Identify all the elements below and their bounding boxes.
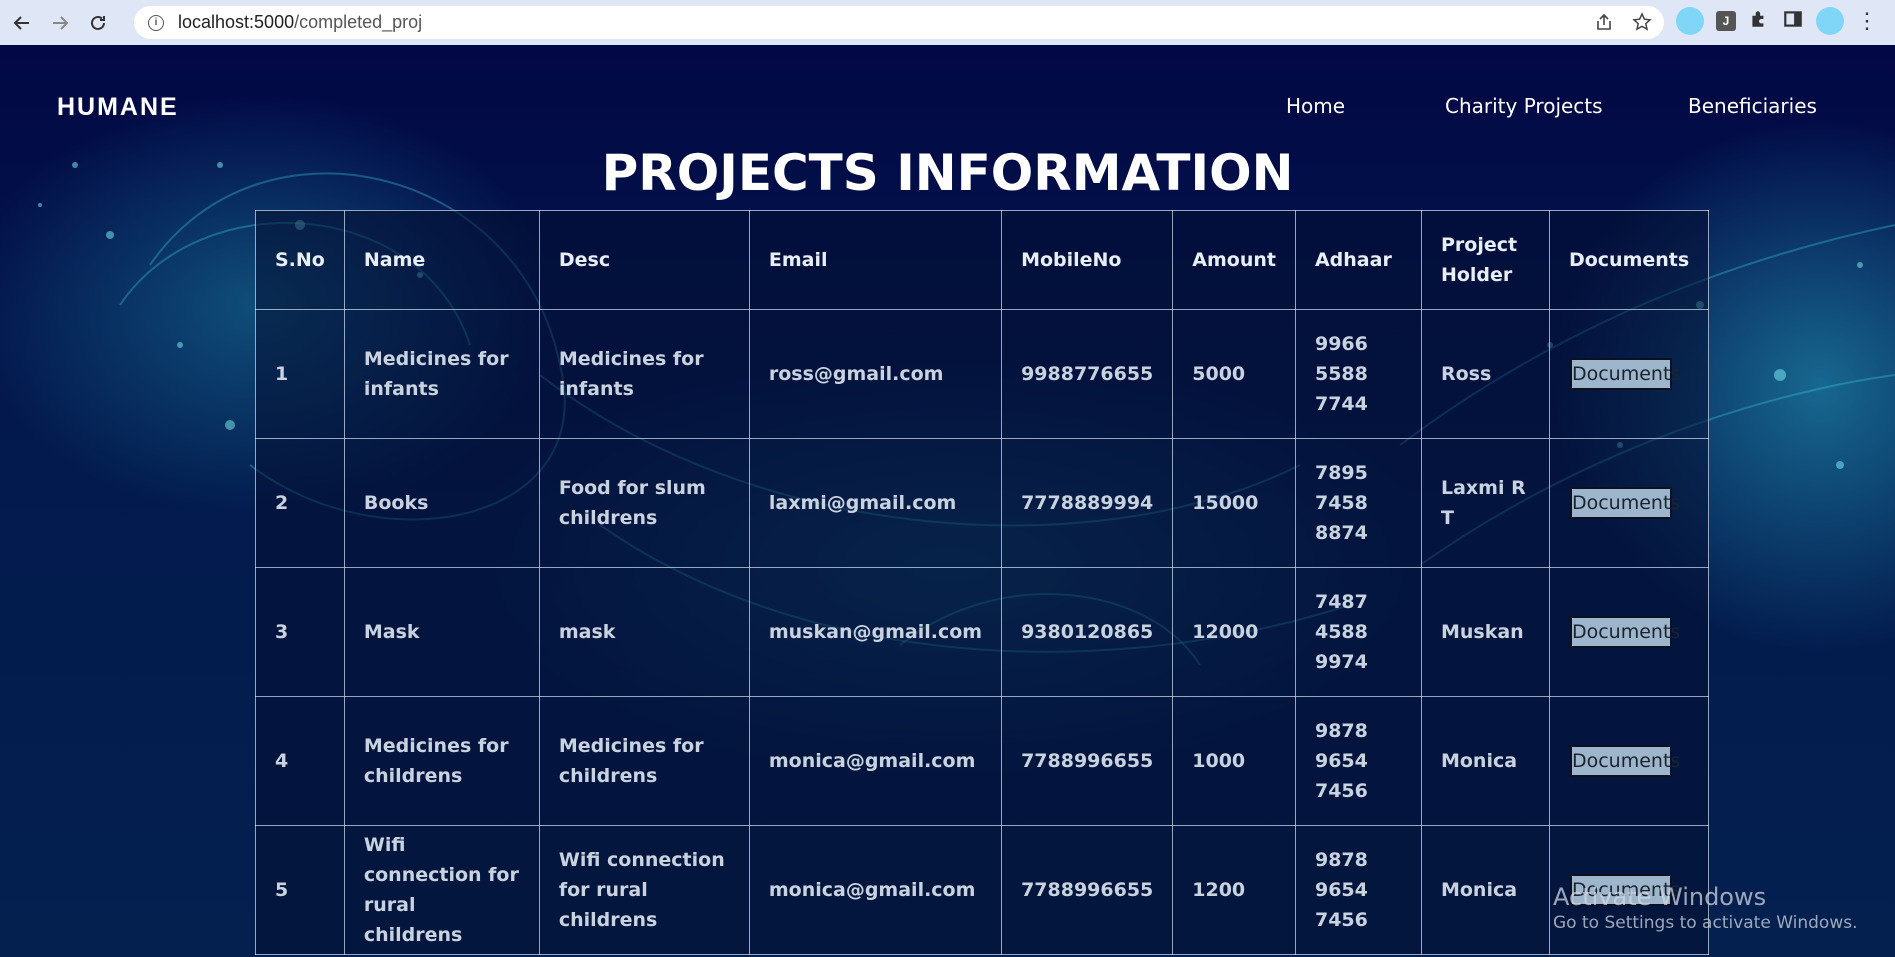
header-email: Email (748, 210, 1003, 310)
extension-j-icon[interactable]: J (1716, 11, 1736, 31)
cell-mobile: 7788996655 (1001, 696, 1174, 826)
cell-documents: Documents (1548, 309, 1710, 439)
cell-amount: 12000 (1172, 567, 1296, 697)
cell-amount: 5000 (1172, 309, 1296, 439)
cell-sno: 5 (255, 825, 345, 955)
cell-sno: 3 (255, 567, 345, 697)
cell-holder: Monica (1420, 825, 1550, 955)
cell-adhaar: 9878 9654 7456 (1294, 696, 1422, 826)
cell-holder: Monica (1420, 696, 1550, 826)
cell-adhaar: 9966 5588 7744 (1294, 309, 1422, 439)
header-name: Name (343, 210, 540, 310)
url-path: /completed_proj (294, 12, 423, 32)
share-icon[interactable] (1594, 12, 1614, 37)
cell-name: Mask (343, 567, 540, 697)
table-header-row: S.No Name Desc Email MobileNo Amount Adh… (255, 210, 1710, 310)
bookmark-star-icon[interactable] (1632, 12, 1652, 37)
page-content: HUMANE Home Charity Projects Beneficiari… (0, 45, 1895, 957)
header-mobile: MobileNo (1001, 210, 1174, 310)
back-icon[interactable] (6, 7, 38, 39)
watermark-subtitle: Go to Settings to activate Windows. (1553, 913, 1858, 933)
extensions-puzzle-icon[interactable] (1748, 8, 1770, 35)
cell-desc: Food for slum childrens (538, 438, 750, 568)
cell-desc: Wifi connection for rural childrens (538, 825, 750, 955)
cell-email: monica@gmail.com (748, 696, 1003, 826)
cell-desc: mask (538, 567, 750, 697)
cell-mobile: 9988776655 (1001, 309, 1174, 439)
cell-documents: Documents (1548, 696, 1710, 826)
cell-desc: Medicines for infants (538, 309, 750, 439)
address-bar[interactable]: i localhost:5000/completed_proj (134, 6, 1664, 39)
cell-amount: 1000 (1172, 696, 1296, 826)
cell-name: Medicines for infants (343, 309, 540, 439)
account-avatar-icon[interactable] (1816, 7, 1844, 35)
header-amount: Amount (1172, 210, 1296, 310)
cell-sno: 4 (255, 696, 345, 826)
brand-logo[interactable]: HUMANE (57, 93, 179, 122)
nav-charity-projects[interactable]: Charity Projects (1445, 94, 1603, 118)
table-row: 4 Medicines for childrens Medicines for … (255, 696, 1710, 826)
cell-name: Wifi connection for rural childrens (343, 825, 540, 955)
header-adhaar: Adhaar (1294, 210, 1422, 310)
url-text[interactable]: localhost:5000/completed_proj (178, 12, 422, 33)
cell-adhaar: 7895 7458 8874 (1294, 438, 1422, 568)
profile-avatar-icon[interactable] (1676, 7, 1704, 35)
watermark-title: Activate Windows (1553, 883, 1767, 911)
nav-home[interactable]: Home (1286, 94, 1345, 118)
side-panel-icon[interactable] (1782, 8, 1804, 35)
cell-name: Medicines for childrens (343, 696, 540, 826)
cell-holder: Muskan (1420, 567, 1550, 697)
header-documents: Documents (1548, 210, 1710, 310)
projects-table: S.No Name Desc Email MobileNo Amount Adh… (255, 210, 1710, 955)
documents-button[interactable]: Documents (1569, 745, 1680, 777)
documents-button[interactable]: Documents (1569, 487, 1680, 519)
header-sno: S.No (255, 210, 345, 310)
cell-amount: 1200 (1172, 825, 1296, 955)
cell-mobile: 7778889994 (1001, 438, 1174, 568)
cell-email: muskan@gmail.com (748, 567, 1003, 697)
cell-name: Books (343, 438, 540, 568)
site-info-icon[interactable]: i (148, 14, 164, 31)
table-row: 1 Medicines for infants Medicines for in… (255, 309, 1710, 439)
cell-amount: 15000 (1172, 438, 1296, 568)
documents-button[interactable]: Documents (1569, 616, 1680, 648)
page-title: PROJECTS INFORMATION (601, 144, 1294, 202)
header-desc: Desc (538, 210, 750, 310)
cell-email: ross@gmail.com (748, 309, 1003, 439)
cell-sno: 2 (255, 438, 345, 568)
forward-icon[interactable] (44, 7, 76, 39)
nav-beneficiaries[interactable]: Beneficiaries (1688, 94, 1817, 118)
url-host: localhost:5000 (178, 12, 295, 32)
cell-sno: 1 (255, 309, 345, 439)
cell-desc: Medicines for childrens (538, 696, 750, 826)
cell-holder: Laxmi R T (1420, 438, 1550, 568)
windows-activation-watermark: Activate Windows Go to Settings to activ… (1553, 883, 1858, 933)
cell-email: laxmi@gmail.com (748, 438, 1003, 568)
cell-mobile: 7788996655 (1001, 825, 1174, 955)
cell-documents: Documents (1548, 438, 1710, 568)
table-row: 2 Books Food for slum childrens laxmi@gm… (255, 438, 1710, 568)
table-row: 5 Wifi connection for rural childrens Wi… (255, 825, 1710, 955)
reload-icon[interactable] (82, 7, 114, 39)
cell-email: monica@gmail.com (748, 825, 1003, 955)
cell-adhaar: 9878 9654 7456 (1294, 825, 1422, 955)
cell-adhaar: 7487 4588 9974 (1294, 567, 1422, 697)
cell-mobile: 9380120865 (1001, 567, 1174, 697)
cell-documents: Documents (1548, 567, 1710, 697)
cell-holder: Ross (1420, 309, 1550, 439)
menu-kebab-icon[interactable]: ⋮ (1856, 10, 1878, 32)
documents-button[interactable]: Documents (1569, 358, 1680, 390)
header-project-holder: Project Holder (1420, 210, 1550, 310)
browser-toolbar: i localhost:5000/completed_proj J ⋮ (0, 0, 1895, 45)
table-row: 3 Mask mask muskan@gmail.com 9380120865 … (255, 567, 1710, 697)
